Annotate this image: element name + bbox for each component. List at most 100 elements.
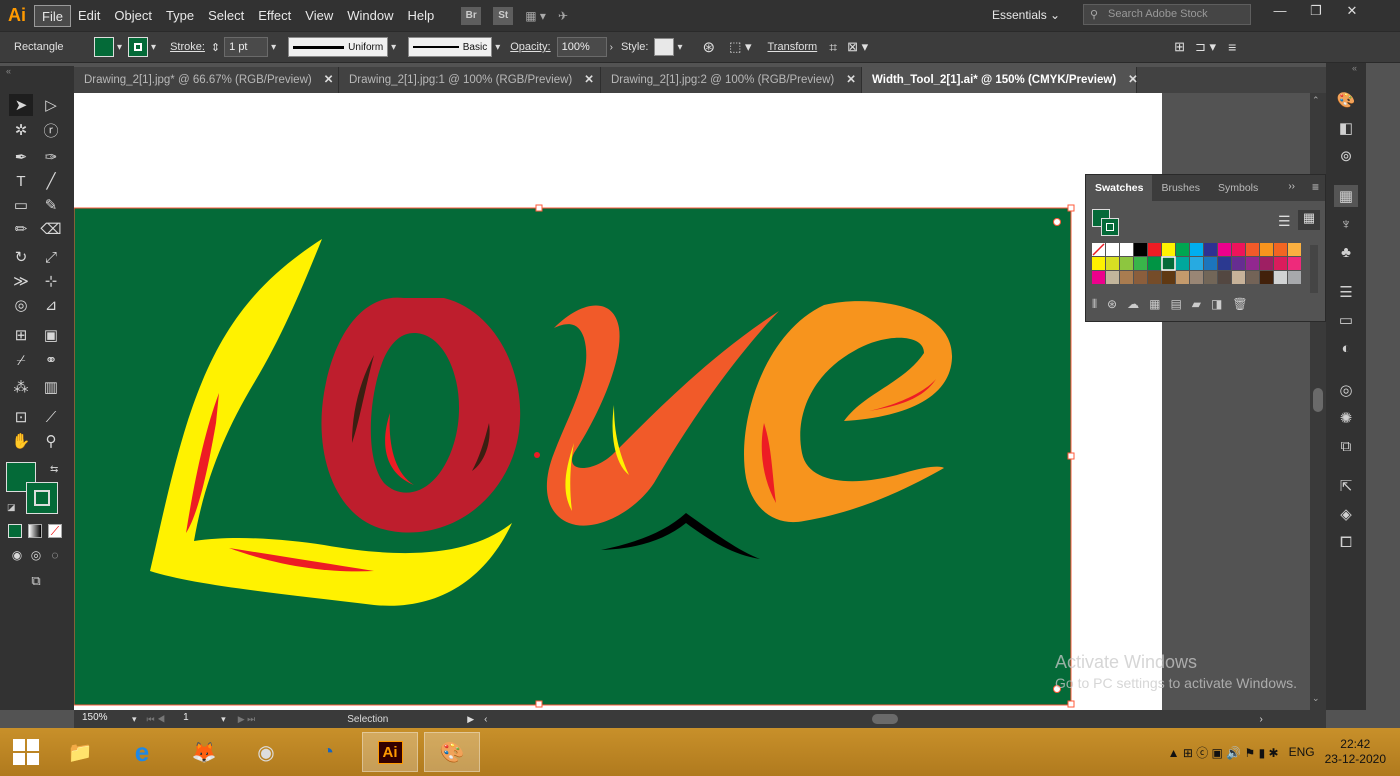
swatch[interactable] [1260, 271, 1273, 284]
pencil-tool-icon[interactable]: ✏ [9, 218, 33, 240]
transform-again-icon[interactable]: ⊐ ▾ [1195, 39, 1216, 55]
rectangle-tool-icon[interactable]: ▭ [9, 194, 33, 216]
scale-tool-icon[interactable]: ⤢ [39, 246, 63, 268]
swatch[interactable] [1120, 257, 1133, 270]
handle-right[interactable] [1067, 452, 1075, 460]
internet-explorer-icon[interactable]: e [114, 732, 170, 772]
document-tab[interactable]: Drawing_2[1].jpg* @ 66.67% (RGB/Preview)… [74, 67, 339, 93]
free-transform-icon[interactable]: ⊹ [39, 270, 63, 292]
swatch[interactable] [1218, 257, 1231, 270]
none-mode-icon[interactable]: ⟋ [48, 524, 62, 538]
handle-top[interactable] [535, 204, 543, 212]
clock[interactable]: 22:42 23-12-2020 [1325, 737, 1386, 767]
lasso-tool-icon[interactable]: ⓡ [39, 119, 63, 141]
swatch[interactable] [1232, 271, 1245, 284]
new-color-group-icon[interactable]: ▤ [1170, 297, 1181, 312]
opacity-input[interactable]: 100% [556, 37, 607, 57]
brush-dropdown-icon[interactable]: ▾ [495, 42, 500, 53]
gradient-panel-icon[interactable]: ▭ [1334, 309, 1358, 331]
artboard-number-field[interactable]: 1 [179, 712, 222, 726]
scroll-down-icon[interactable]: ⌄ [1312, 693, 1320, 704]
fill-dropdown-icon[interactable]: ▾ [117, 42, 122, 53]
artboard-tool-icon[interactable]: ⊡ [9, 406, 33, 428]
stroke-color-swatch[interactable] [128, 37, 149, 57]
selection-tool-icon[interactable]: ➤ [9, 94, 33, 116]
gradient-mode-icon[interactable] [28, 524, 42, 538]
layers-icon[interactable]: ◈ [1334, 503, 1358, 525]
transform-link[interactable]: Transform [767, 41, 817, 53]
symbols-icon[interactable]: ♣ [1334, 241, 1358, 263]
corner-widget-top[interactable] [1053, 218, 1061, 226]
swatch[interactable] [1176, 243, 1189, 256]
workspace-switcher[interactable]: Essentials ⌄ [984, 5, 1066, 25]
isolate-group-icon[interactable]: ⌗ [829, 39, 837, 56]
scroll-left-icon[interactable]: ‹ [484, 714, 487, 725]
menu-item-file[interactable]: File [34, 4, 71, 27]
type-tool-icon[interactable]: T [9, 170, 33, 192]
swatch[interactable] [1218, 271, 1231, 284]
chrome-icon[interactable]: ◉ [238, 732, 294, 772]
swatch[interactable] [1134, 243, 1147, 256]
first-artboard-icon[interactable]: ⏮ ◀ [147, 714, 166, 725]
swatch[interactable] [1288, 257, 1301, 270]
swatch[interactable] [1161, 256, 1176, 271]
handle-bottom[interactable] [535, 700, 543, 708]
color-icon[interactable]: ◧ [1334, 117, 1358, 139]
file-explorer-icon[interactable]: 📁 [52, 732, 108, 772]
vertical-scroll-thumb[interactable] [1313, 388, 1323, 412]
close-tab-icon[interactable]: ✕ [846, 74, 856, 86]
gradient-tool-icon[interactable]: ▣ [39, 324, 63, 346]
swatch[interactable] [1148, 271, 1161, 284]
swatch[interactable] [1162, 243, 1175, 256]
swatch-options-icon[interactable]: ▦ [1149, 297, 1160, 312]
layers-alt-icon[interactable]: ⧉ [1334, 435, 1358, 457]
magic-wand-icon[interactable]: ✲ [9, 119, 33, 141]
next-artboard-icon[interactable]: ▶ ⏭ [238, 714, 256, 725]
paint-icon[interactable]: 🎨 [424, 732, 480, 772]
fill-color-swatch[interactable] [94, 37, 114, 57]
mesh-tool-icon[interactable]: ⊞ [9, 324, 33, 346]
control-panel-menu-icon[interactable]: ≡ [1228, 39, 1236, 55]
close-tab-icon[interactable]: ✕ [1128, 74, 1138, 86]
document-tab[interactable]: Width_Tool_2[1].ai* @ 150% (CMYK/Preview… [862, 67, 1138, 93]
swatch[interactable] [1260, 257, 1273, 270]
scroll-right-icon[interactable]: › [1260, 714, 1263, 725]
style-dropdown-icon[interactable]: ▾ [677, 42, 682, 53]
eraser-tool-icon[interactable]: ⌫ [39, 218, 63, 240]
export-icon[interactable]: ⇱ [1334, 475, 1358, 497]
swatch[interactable] [1274, 271, 1287, 284]
swatch[interactable] [1092, 271, 1105, 284]
new-swatch-icon[interactable]: ◨ [1211, 297, 1222, 312]
make-envelope-icon[interactable]: ⊠ ▾ [847, 39, 868, 55]
collapse-toolbar-icon[interactable]: « [6, 66, 11, 76]
slice-tool-icon[interactable]: ⟋ [39, 406, 63, 428]
menu-item-effect[interactable]: Effect [251, 5, 298, 27]
rotate-tool-icon[interactable]: ↻ [9, 246, 33, 268]
artboard-dropdown-icon[interactable]: ▾ [221, 714, 226, 725]
change-screen-mode-icon[interactable]: ⧉ [24, 570, 48, 592]
handle-top-right[interactable] [1067, 204, 1075, 212]
swatch[interactable] [1148, 257, 1161, 270]
swatch[interactable] [1246, 271, 1259, 284]
swatch[interactable] [1246, 243, 1259, 256]
stroke-panel-icon[interactable]: ☰ [1334, 281, 1358, 303]
firefox-icon[interactable]: 🦊 [176, 732, 232, 772]
zoom-level-field[interactable]: 150% [78, 712, 118, 726]
swatch[interactable] [1106, 257, 1119, 270]
swatch[interactable] [1246, 257, 1259, 270]
opacity-label[interactable]: Opacity: [510, 41, 550, 53]
menu-item-view[interactable]: View [298, 5, 340, 27]
restore-icon[interactable]: ❐ [1298, 0, 1334, 22]
blend-tool-icon[interactable]: ⚭ [39, 349, 63, 371]
scroll-up-icon[interactable]: ⌃ [1312, 95, 1320, 106]
recolor-artwork-icon[interactable]: ⊛ [702, 38, 715, 56]
collapse-panel-icon[interactable]: ›› [1288, 181, 1295, 192]
close-tab-icon[interactable]: ✕ [584, 74, 594, 86]
new-folder-icon[interactable]: ▰ [1192, 297, 1201, 312]
draw-inside-icon[interactable]: ◌ [43, 544, 67, 566]
swatch[interactable] [1204, 243, 1217, 256]
swatch[interactable] [1218, 243, 1231, 256]
perspective-grid-icon[interactable]: ⊿ [39, 294, 63, 316]
swatch[interactable] [1134, 271, 1147, 284]
paintbrush-tool-icon[interactable]: ✎ [39, 194, 63, 216]
